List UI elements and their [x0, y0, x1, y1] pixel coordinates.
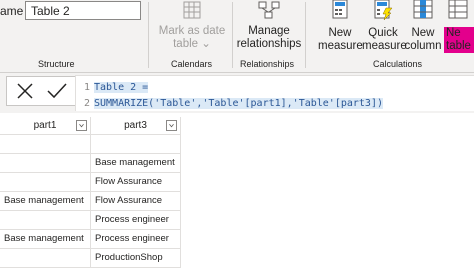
table-cell: Process engineer: [91, 230, 181, 249]
calculator-icon: [332, 0, 348, 19]
table-cell: Base management: [0, 230, 91, 249]
manage-relationships-label-2: relationships: [236, 38, 302, 50]
formula-bar: 1 Table 2 = 2 SUMMARIZE('Table','Table'[pa…: [0, 73, 474, 113]
new-column-label-2: column: [404, 40, 442, 52]
ribbon-divider: [148, 2, 149, 68]
quick-measure-label-1: Quick: [368, 27, 398, 39]
table-icon: [448, 0, 468, 19]
new-column-label-1: New: [411, 27, 435, 39]
table-cell: ProductionShop: [91, 249, 181, 268]
chevron-down-icon: ⌄: [201, 38, 211, 50]
formula-line-2: 2 SUMMARIZE('Table','Table'[part1],'Table…: [83, 98, 383, 109]
column-header-part3[interactable]: part3: [91, 117, 181, 135]
formula-editor[interactable]: 1 Table 2 = 2 SUMMARIZE('Table','Table'[pa…: [75, 75, 474, 111]
new-table-label-2: table: [444, 40, 474, 53]
table-cell: [0, 154, 91, 173]
ribbon-divider: [232, 2, 233, 68]
table-name-input[interactable]: [25, 1, 141, 20]
table-cell: Base management: [0, 192, 91, 211]
mark-as-date-label-2: table ⌄: [173, 38, 211, 50]
formula-line-1-text: Table 2 =: [94, 82, 149, 93]
new-table-button[interactable]: Ne table: [444, 0, 474, 53]
new-measure-button[interactable]: New measure: [318, 0, 363, 53]
table-cell: Base management: [91, 154, 181, 173]
formula-line-1: 1 Table 2 =: [83, 82, 149, 93]
table-cell: [0, 173, 91, 192]
table-cell: [0, 249, 91, 268]
table-cell: [0, 135, 91, 154]
new-column-button[interactable]: New column: [404, 0, 442, 53]
group-label-relationships: Relationships: [240, 59, 295, 69]
cancel-formula-icon[interactable]: [13, 79, 37, 103]
quick-measure-label-2: measure: [362, 40, 407, 52]
calendar-table-icon: [183, 1, 201, 19]
column-icon: [413, 0, 433, 19]
ribbon-divider: [305, 2, 306, 68]
group-label-calendars: Calendars: [171, 59, 213, 69]
new-measure-label-1: New: [328, 27, 352, 39]
group-label-structure: Structure: [38, 59, 75, 69]
new-measure-label-2: measure: [318, 40, 363, 52]
new-table-label-1: Ne: [444, 27, 474, 40]
manage-relationships-label-1: Manage: [248, 25, 290, 37]
quick-measure-button[interactable]: Quick measure: [362, 0, 407, 53]
commit-formula-icon[interactable]: [45, 79, 69, 103]
mark-as-date-label-1: Mark as date: [158, 25, 226, 37]
mark-as-date-table-button[interactable]: Mark as date table ⌄: [156, 0, 228, 51]
chevron-down-icon[interactable]: [76, 120, 87, 131]
table-cell: Flow Assurance: [91, 173, 181, 192]
table-cell: Flow Assurance: [91, 192, 181, 211]
table-cell: [0, 211, 91, 230]
table-cell: [91, 135, 181, 154]
name-label: ame: [0, 4, 24, 18]
formula-line-2-text: SUMMARIZE('Table','Table'[part1],'Table'…: [94, 98, 383, 109]
relationships-icon: [258, 1, 280, 19]
table-cell: Process engineer: [91, 211, 181, 230]
ribbon: ame Structure Mark as date table ⌄ Calen…: [0, 0, 474, 73]
manage-relationships-button[interactable]: Manage relationships: [236, 0, 302, 51]
quick-calculator-icon: [374, 0, 393, 20]
formula-bar-actions: [6, 76, 78, 106]
chevron-down-icon[interactable]: [166, 120, 177, 131]
group-label-calculations: Calculations: [373, 59, 423, 69]
column-header-part1[interactable]: part1: [0, 117, 91, 135]
data-table: part1 part3 Base management Flow Assuran…: [0, 117, 474, 269]
